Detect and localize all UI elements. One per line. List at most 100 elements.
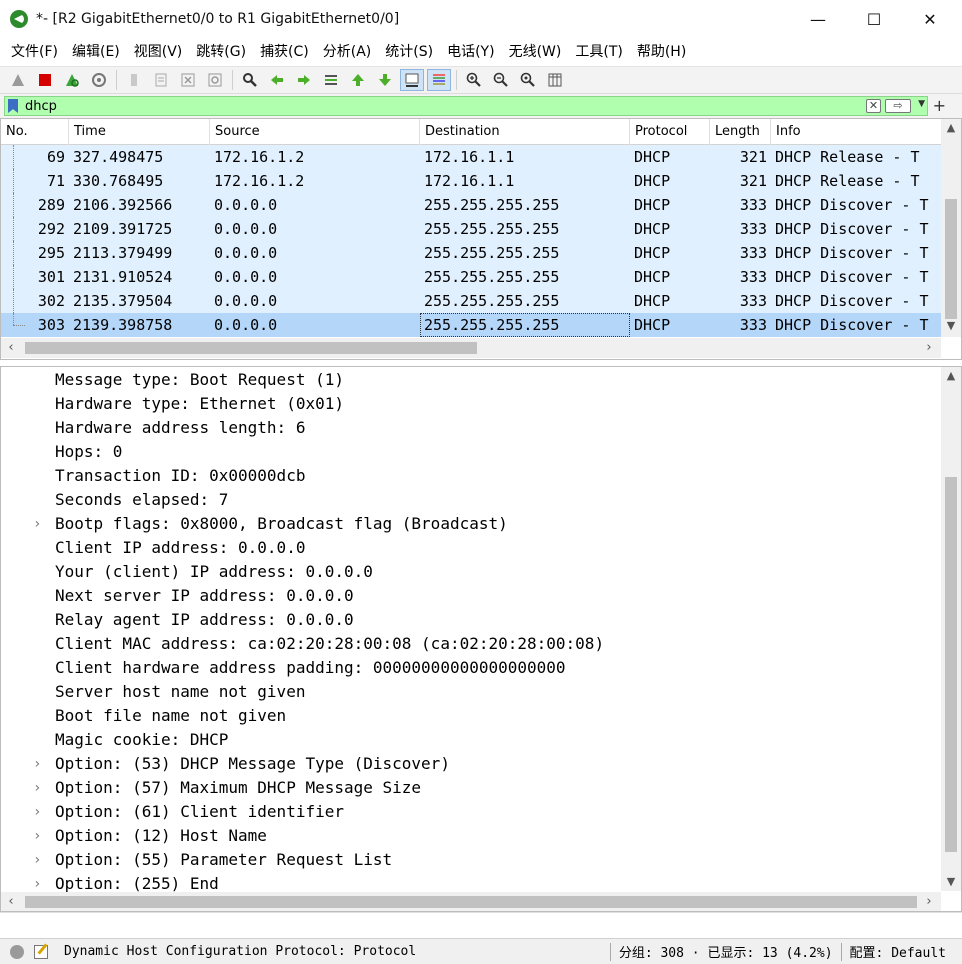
add-filter-button-icon[interactable]: + — [933, 96, 946, 115]
start-capture-icon[interactable] — [6, 69, 30, 91]
details-hscroll-thumb[interactable] — [25, 896, 917, 908]
menu-tools[interactable]: 工具(T) — [568, 38, 629, 66]
zoom-in-icon[interactable] — [462, 69, 486, 91]
expand-arrow-icon[interactable]: › — [33, 824, 41, 848]
first-packet-icon[interactable] — [346, 69, 370, 91]
detail-field[interactable]: Client MAC address: ca:02:20:28:00:08 (c… — [1, 632, 941, 656]
restart-capture-icon[interactable] — [60, 69, 84, 91]
column-header-destination[interactable]: Destination — [420, 119, 630, 145]
menu-telephony[interactable]: 电话(Y) — [440, 38, 501, 66]
detail-field[interactable]: Next server IP address: 0.0.0.0 — [1, 584, 941, 608]
packet-row[interactable]: 303 2139.398758 0.0.0.0 255.255.255.255 DHCP… — [1, 313, 941, 337]
last-packet-icon[interactable] — [373, 69, 397, 91]
detail-field[interactable]: Message type: Boot Request (1) — [1, 368, 941, 392]
column-header-no[interactable]: No. — [1, 119, 69, 145]
detail-field[interactable]: Client IP address: 0.0.0.0 — [1, 536, 941, 560]
detail-field[interactable]: Magic cookie: DHCP — [1, 728, 941, 752]
packet-row[interactable]: 295 2113.379499 0.0.0.0 255.255.255.255 DHCP… — [1, 241, 941, 265]
detail-field[interactable]: Hardware address length: 6 — [1, 416, 941, 440]
close-file-icon[interactable] — [176, 69, 200, 91]
scroll-up-icon[interactable]: ▲ — [941, 367, 961, 385]
details-vertical-scrollbar[interactable]: ▲ ▼ — [941, 367, 961, 891]
menu-analyze[interactable]: 分析(A) — [316, 38, 379, 66]
close-button[interactable]: ✕ — [902, 0, 958, 38]
stop-capture-icon[interactable] — [33, 69, 57, 91]
apply-filter-icon[interactable]: ⇨ — [885, 99, 911, 113]
menu-file[interactable]: 文件(F) — [4, 38, 65, 66]
colorize-icon[interactable] — [427, 69, 451, 91]
scroll-up-icon[interactable]: ▲ — [941, 119, 961, 137]
detail-tree-node[interactable]: › Option: (55) Parameter Request List — [1, 848, 941, 872]
column-header-length[interactable]: Length — [710, 119, 771, 145]
expert-info-icon[interactable] — [10, 944, 24, 959]
scroll-down-icon[interactable]: ▼ — [941, 873, 961, 891]
menu-go[interactable]: 跳转(G) — [189, 38, 253, 66]
packet-list-horizontal-scrollbar[interactable]: ‹ › — [1, 338, 941, 358]
scroll-left-icon[interactable]: ‹ — [1, 338, 21, 358]
packet-row[interactable]: 292 2109.391725 0.0.0.0 255.255.255.255 DHCP… — [1, 217, 941, 241]
capture-options-icon[interactable] — [87, 69, 111, 91]
detail-tree-node[interactable]: › Option: (57) Maximum DHCP Message Size — [1, 776, 941, 800]
menu-edit[interactable]: 编辑(E) — [65, 38, 127, 66]
detail-tree-node[interactable]: › Option: (53) DHCP Message Type (Discove… — [1, 752, 941, 776]
resize-columns-icon[interactable] — [543, 69, 567, 91]
packet-list-vertical-scrollbar[interactable]: ▲ ▼ — [941, 119, 961, 337]
go-back-icon[interactable] — [265, 69, 289, 91]
display-filter-input[interactable] — [25, 97, 845, 115]
detail-field[interactable]: Client hardware address padding: 0000000… — [1, 656, 941, 680]
column-header-source[interactable]: Source — [210, 119, 420, 145]
open-file-icon[interactable] — [122, 69, 146, 91]
expand-arrow-icon[interactable]: › — [33, 776, 41, 800]
expand-arrow-icon[interactable]: › — [33, 800, 41, 824]
status-profile[interactable]: 配置: Default — [850, 942, 946, 961]
menu-wireless[interactable]: 无线(W) — [502, 38, 569, 66]
menu-help[interactable]: 帮助(H) — [630, 38, 693, 66]
column-header-protocol[interactable]: Protocol — [630, 119, 710, 145]
detail-field[interactable]: Hardware type: Ethernet (0x01) — [1, 392, 941, 416]
packet-row[interactable]: 69 327.498475 172.16.1.2 172.16.1.1 DHCP 321 D… — [1, 145, 941, 169]
go-forward-icon[interactable] — [292, 69, 316, 91]
menu-view[interactable]: 视图(V) — [127, 38, 190, 66]
detail-tree-node[interactable]: › Option: (61) Client identifier — [1, 800, 941, 824]
scroll-down-icon[interactable]: ▼ — [941, 317, 961, 335]
expand-arrow-icon[interactable]: › — [33, 848, 41, 872]
reload-file-icon[interactable] — [203, 69, 227, 91]
auto-scroll-icon[interactable] — [400, 69, 424, 91]
packet-list-scroll-thumb[interactable] — [945, 199, 957, 319]
clear-filter-icon[interactable]: ✕ — [866, 99, 881, 113]
packet-row[interactable]: 289 2106.392566 0.0.0.0 255.255.255.255 DHCP… — [1, 193, 941, 217]
packet-row[interactable]: 301 2131.910524 0.0.0.0 255.255.255.255 DHCP… — [1, 265, 941, 289]
details-horizontal-scrollbar[interactable]: ‹ › — [1, 892, 941, 911]
save-file-icon[interactable] — [149, 69, 173, 91]
go-to-packet-icon[interactable] — [319, 69, 343, 91]
minimize-button[interactable]: — — [790, 0, 846, 38]
zoom-out-icon[interactable] — [489, 69, 513, 91]
detail-tree-node[interactable]: › Option: (12) Host Name — [1, 824, 941, 848]
detail-field[interactable]: Boot file name not given — [1, 704, 941, 728]
scroll-right-icon[interactable]: › — [919, 338, 939, 358]
packet-row[interactable]: 302 2135.379504 0.0.0.0 255.255.255.255 DHCP… — [1, 289, 941, 313]
expand-arrow-icon[interactable]: › — [33, 512, 41, 536]
find-packet-icon[interactable] — [238, 69, 262, 91]
detail-field[interactable]: Your (client) IP address: 0.0.0.0 — [1, 560, 941, 584]
expand-arrow-icon[interactable]: › — [33, 752, 41, 776]
detail-tree-node[interactable]: › Bootp flags: 0x8000, Broadcast flag (Br… — [1, 512, 941, 536]
detail-field[interactable]: Seconds elapsed: 7 — [1, 488, 941, 512]
detail-field[interactable]: Relay agent IP address: 0.0.0.0 — [1, 608, 941, 632]
zoom-normal-icon[interactable] — [516, 69, 540, 91]
details-scroll-thumb[interactable] — [945, 477, 957, 852]
filter-bookmark-icon[interactable] — [8, 99, 18, 113]
column-header-info[interactable]: Info — [771, 119, 941, 145]
menu-statistics[interactable]: 统计(S) — [378, 38, 440, 66]
scroll-left-icon[interactable]: ‹ — [1, 892, 21, 911]
detail-field[interactable]: Hops: 0 — [1, 440, 941, 464]
packet-list-hscroll-thumb[interactable] — [25, 342, 477, 354]
scroll-right-icon[interactable]: › — [919, 892, 939, 911]
column-header-time[interactable]: Time — [69, 119, 210, 145]
menu-capture[interactable]: 捕获(C) — [253, 38, 316, 66]
detail-field[interactable]: Transaction ID: 0x00000dcb — [1, 464, 941, 488]
maximize-button[interactable]: ☐ — [846, 0, 902, 38]
detail-field[interactable]: Server host name not given — [1, 680, 941, 704]
capture-comment-icon[interactable] — [34, 944, 48, 959]
packet-row[interactable]: 71 330.768495 172.16.1.2 172.16.1.1 DHCP 321 D… — [1, 169, 941, 193]
